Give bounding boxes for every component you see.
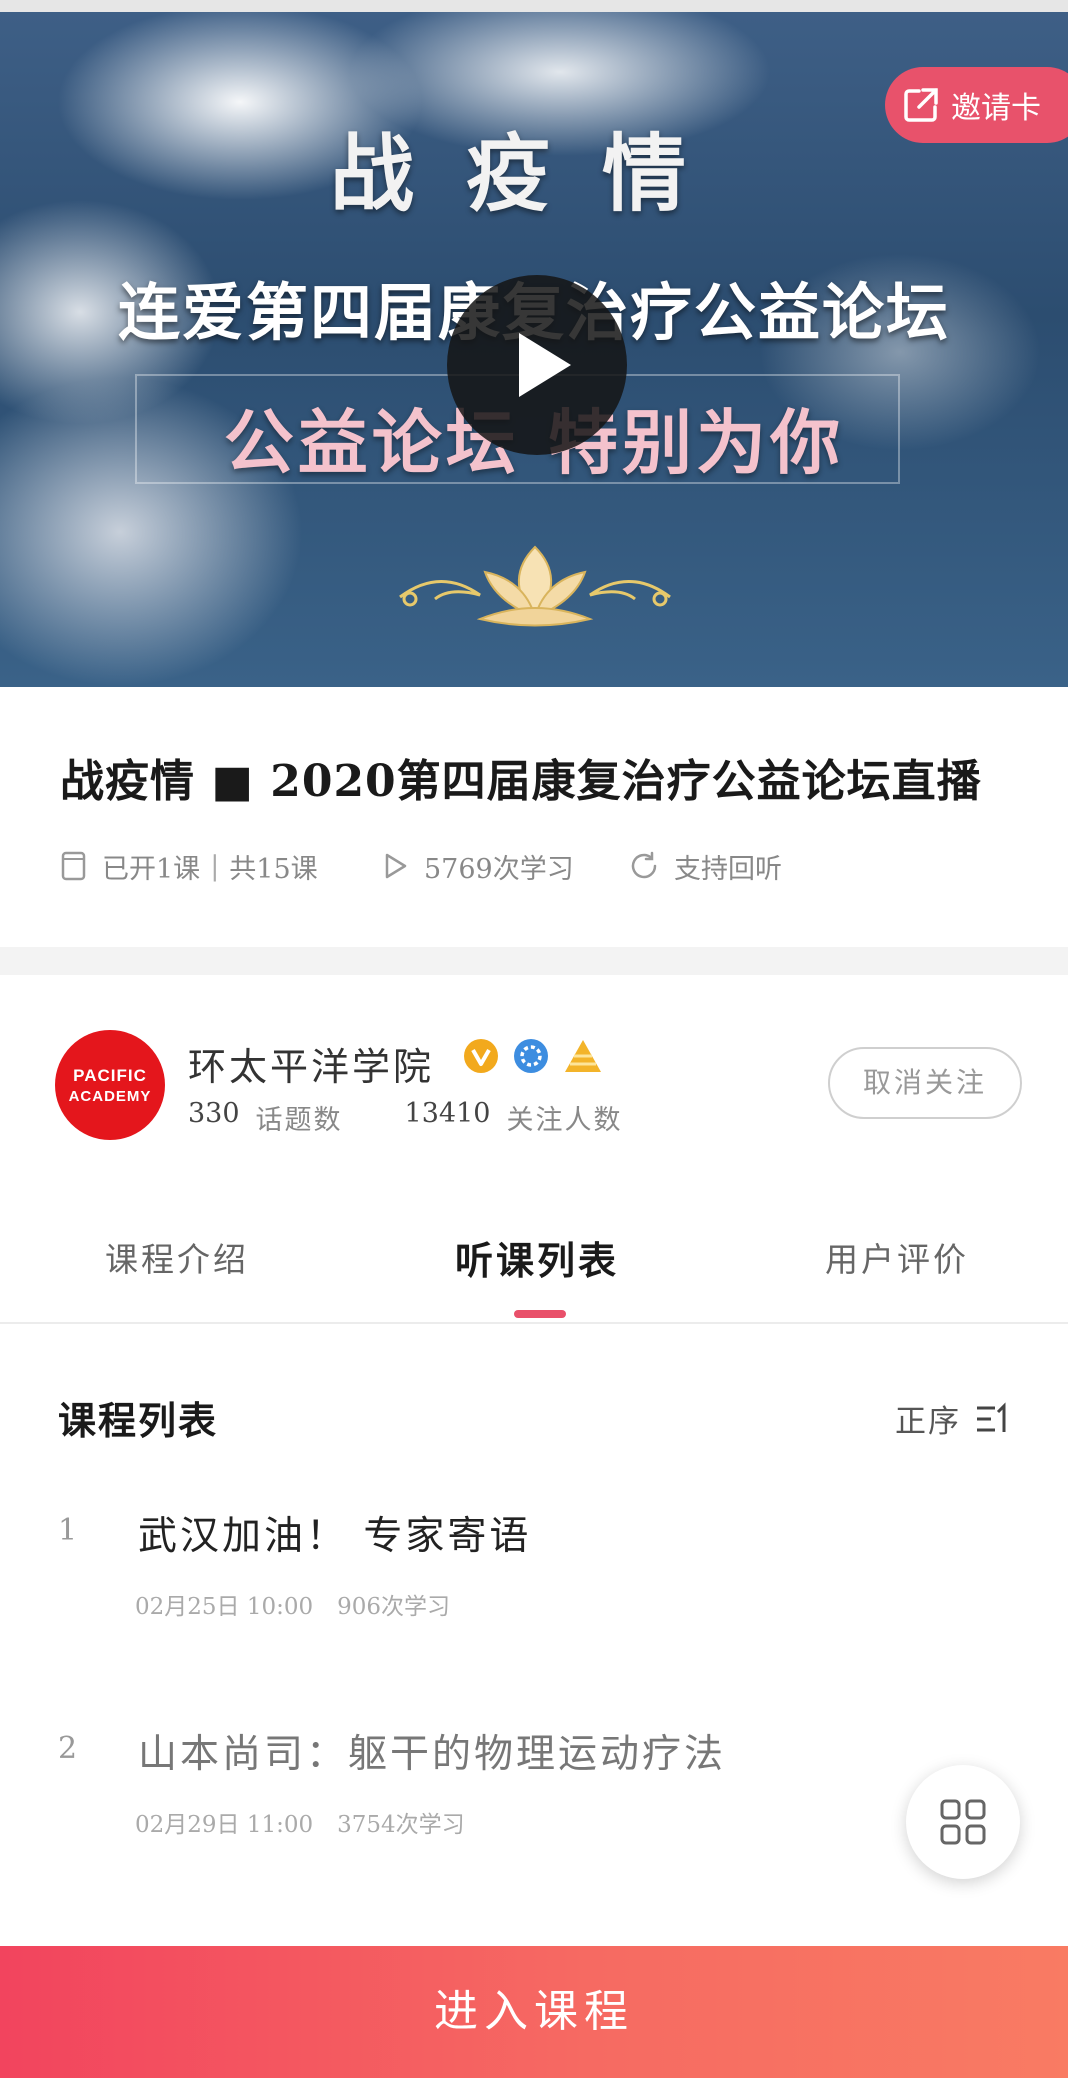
- lesson-index: 1: [58, 1513, 78, 1548]
- lesson-count: 已开1课 | 共15课: [60, 848, 318, 885]
- lesson-list-title: 课程列表: [58, 1398, 219, 1443]
- followers-label: 关注人数: [506, 1105, 623, 1136]
- pyramid-icon: [565, 1040, 601, 1072]
- publisher-badges: [463, 1038, 603, 1076]
- lesson-date: 02月29日 11:00: [135, 1812, 314, 1838]
- grid-icon: [940, 1799, 986, 1845]
- play-outline-icon: [385, 853, 407, 879]
- avatar-text-2: ACADEMY: [68, 1088, 152, 1105]
- avatar-text-1: PACIFIC: [73, 1066, 147, 1085]
- tab-course-intro[interactable]: 课程介绍: [105, 1233, 249, 1281]
- lesson-index: 2: [58, 1731, 78, 1766]
- publisher-name[interactable]: 环太平洋学院: [188, 1036, 434, 1091]
- learn-count-text: 5769次学习: [424, 853, 574, 885]
- tab-user-reviews[interactable]: 用户评价: [825, 1233, 969, 1281]
- lesson-meta: 02月25日 10:00 906次学习: [135, 1587, 450, 1621]
- unfollow-button[interactable]: 取消关注: [828, 1047, 1022, 1119]
- menu-float-button[interactable]: [906, 1765, 1020, 1879]
- lesson-item[interactable]: 2 山本尚司：躯干的物理运动疗法 02月29日 11:00 3754次学习: [0, 1723, 1068, 1883]
- replay-support: 支持回听: [628, 848, 782, 885]
- level-icon: [514, 1039, 548, 1073]
- sort-icon: [977, 1401, 1006, 1432]
- invite-card-label: 邀请卡: [951, 91, 1041, 126]
- learn-count: 5769次学习: [380, 848, 574, 885]
- enter-course-button[interactable]: 进入课程: [0, 1946, 1068, 2078]
- total-lessons: 共15课: [229, 853, 318, 885]
- publisher-stats: 330 话题数 13410 关注人数: [188, 1098, 622, 1137]
- video-cover[interactable]: 战疫情 连爱第四届康复治疗公益论坛 公益论坛 特别为你 邀请卡: [0, 12, 1068, 687]
- lesson-learn-count: 3754次学习: [337, 1812, 465, 1838]
- play-button[interactable]: [447, 275, 627, 455]
- book-icon: [61, 851, 86, 881]
- play-icon: [519, 333, 571, 397]
- lotus-ornament-icon: [399, 545, 671, 627]
- share-icon: [904, 88, 938, 122]
- tab-lesson-list[interactable]: 听课列表: [455, 1230, 619, 1285]
- topics-count: 330: [188, 1098, 240, 1129]
- lesson-title: 山本尚司：躯干的物理运动疗法: [138, 1732, 727, 1777]
- sort-label: 正序: [895, 1404, 961, 1440]
- meta-separator: |: [210, 850, 220, 882]
- invite-card-button[interactable]: 邀请卡: [885, 67, 1068, 143]
- publisher-avatar[interactable]: PACIFIC ACADEMY: [55, 1030, 165, 1140]
- course-title: 战疫情 ■ 2020第四届康复治疗公益论坛直播: [60, 756, 982, 807]
- verified-icon: [464, 1039, 498, 1073]
- tab-divider: [0, 1322, 1068, 1324]
- opened-lessons: 已开1课: [102, 853, 201, 885]
- lesson-date: 02月25日 10:00: [135, 1594, 314, 1620]
- lesson-meta: 02月29日 11:00 3754次学习: [135, 1805, 465, 1839]
- topics-label: 话题数: [255, 1105, 343, 1136]
- sort-toggle[interactable]: 正序: [895, 1396, 1011, 1441]
- refresh-icon: [631, 851, 657, 879]
- section-divider: [0, 947, 1068, 975]
- followers-count: 13410: [404, 1098, 491, 1129]
- lesson-learn-count: 906次学习: [337, 1594, 451, 1620]
- top-strip: [0, 0, 1068, 12]
- replay-text: 支持回听: [674, 853, 782, 885]
- lesson-item[interactable]: 1 武汉加油！ 专家寄语 02月25日 10:00 906次学习: [0, 1505, 1068, 1665]
- active-tab-indicator: [514, 1310, 566, 1318]
- lesson-title: 武汉加油！ 专家寄语: [138, 1514, 532, 1559]
